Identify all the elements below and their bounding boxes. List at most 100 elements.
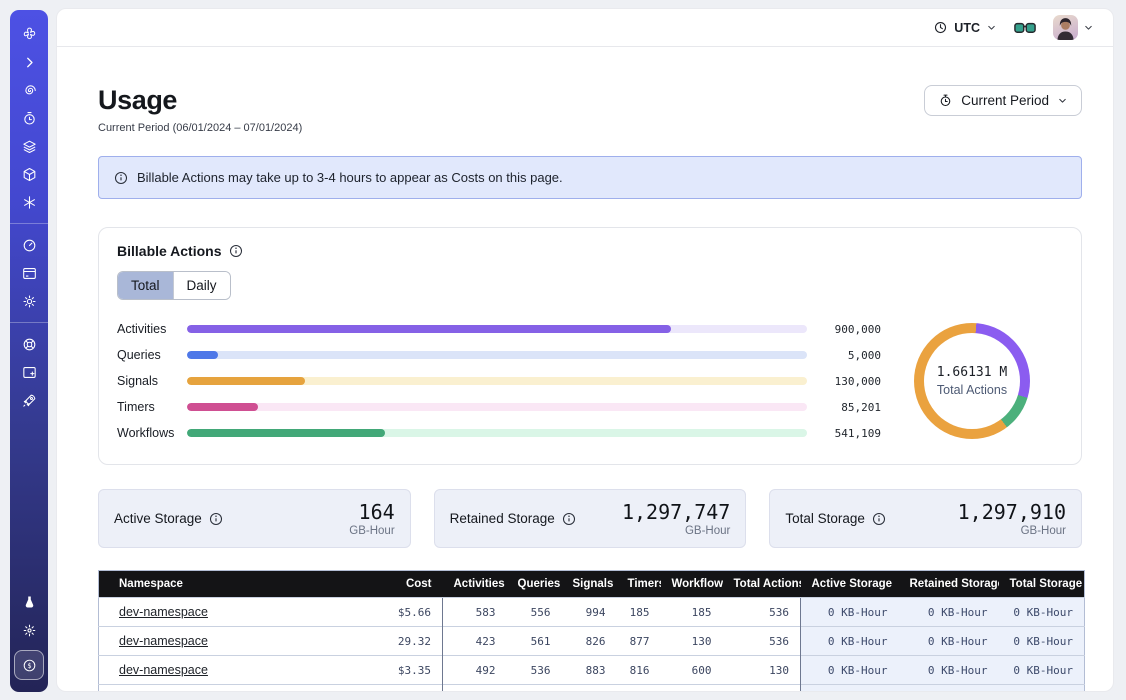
bar-track xyxy=(187,377,807,385)
bar-label: Workflows xyxy=(117,426,187,440)
timers-cell: 185 xyxy=(617,598,661,627)
bar-label: Signals xyxy=(117,374,187,388)
user-avatar xyxy=(1053,15,1078,40)
bar-row: Workflows 541,109 xyxy=(117,420,881,446)
bar-fill xyxy=(187,325,671,333)
spiral-icon[interactable] xyxy=(10,76,48,104)
retained-storage-cell: 0 KB-Hour xyxy=(899,656,999,685)
bar-value: 541,109 xyxy=(807,427,881,440)
column-header: Active Storage xyxy=(801,571,899,598)
column-header: Cost xyxy=(339,571,443,598)
info-icon[interactable] xyxy=(229,244,243,258)
info-icon[interactable] xyxy=(209,512,223,526)
topbar: UTC xyxy=(57,9,1113,47)
column-header: Timers xyxy=(617,571,661,598)
storage-card-label: Total Storage xyxy=(785,511,886,526)
table-row-partial xyxy=(99,685,1085,693)
signals-cell: 826 xyxy=(562,627,617,656)
active-storage-cell: 0 KB-Hour xyxy=(801,598,899,627)
info-icon xyxy=(114,171,128,185)
info-banner-text: Billable Actions may take up to 3-4 hour… xyxy=(137,170,563,185)
bar-label: Queries xyxy=(117,348,187,362)
namespace-link[interactable]: dev-namespace xyxy=(119,634,208,648)
bar-value: 130,000 xyxy=(807,375,881,388)
active-storage-card: Active Storage 164 GB-Hour xyxy=(98,489,411,548)
signals-cell: 883 xyxy=(562,656,617,685)
bar-track xyxy=(187,403,807,411)
storage-card-unit: GB-Hour xyxy=(622,525,730,537)
tab-total[interactable]: Total xyxy=(118,272,173,299)
namespace-link[interactable]: dev-namespace xyxy=(119,663,208,677)
activities-cell: 492 xyxy=(443,656,507,685)
cube-icon[interactable] xyxy=(10,160,48,188)
main-panel: UTC Usage Current Period (06/01/2024 – 0… xyxy=(56,8,1114,692)
storage-card-unit: GB-Hour xyxy=(349,525,394,537)
bar-fill xyxy=(187,377,305,385)
lifebuoy-icon[interactable] xyxy=(10,330,48,358)
tab-daily[interactable]: Daily xyxy=(173,272,230,299)
total-actions-value: 1.66131 M xyxy=(937,365,1007,380)
active-storage-cell: 0 KB-Hour xyxy=(801,656,899,685)
goggles-icon[interactable] xyxy=(1014,22,1036,34)
timezone-selector[interactable]: UTC xyxy=(933,20,997,35)
column-header: Activities xyxy=(443,571,507,598)
table-row: dev-namespace $3.35 492 536 883 816 600 … xyxy=(99,656,1085,685)
rocket-icon[interactable] xyxy=(10,386,48,414)
window-plus-icon[interactable] xyxy=(10,358,48,386)
sparkle-icon[interactable] xyxy=(10,616,48,644)
bar-fill xyxy=(187,403,258,411)
bar-track xyxy=(187,325,807,333)
svg-text:$: $ xyxy=(27,661,31,669)
gear-icon[interactable] xyxy=(10,287,48,315)
chevron-down-icon xyxy=(986,22,997,33)
total-storage-cell: 0 KB-Hour xyxy=(999,656,1085,685)
chevron-down-icon xyxy=(1057,95,1068,106)
total-actions-cell: 536 xyxy=(723,598,801,627)
timers-cell: 816 xyxy=(617,656,661,685)
info-icon[interactable] xyxy=(872,512,886,526)
column-header: Retained Storage xyxy=(899,571,999,598)
column-header: Workflows xyxy=(661,571,723,598)
signals-cell: 994 xyxy=(562,598,617,627)
namespace-link[interactable]: dev-namespace xyxy=(119,605,208,619)
stopwatch-icon xyxy=(938,93,953,108)
dollar-coin-icon[interactable]: $ xyxy=(14,650,44,680)
layers-icon[interactable] xyxy=(10,132,48,160)
timers-cell: 877 xyxy=(617,627,661,656)
gauge-icon[interactable] xyxy=(10,231,48,259)
bar-track xyxy=(187,351,807,359)
active-storage-cell: 0 KB-Hour xyxy=(801,627,899,656)
temporal-logo[interactable] xyxy=(10,20,48,48)
info-icon[interactable] xyxy=(562,512,576,526)
namespace-usage-table: Namespace Cost Activities Queries Signal… xyxy=(98,570,1085,692)
total-storage-card: Total Storage 1,297,910 GB-Hour xyxy=(769,489,1082,548)
queries-cell: 556 xyxy=(507,598,562,627)
donut-chart: 1.66131 M Total Actions xyxy=(881,323,1063,439)
bar-label: Timers xyxy=(117,400,187,414)
billable-actions-title: Billable Actions xyxy=(117,243,1063,259)
workflows-cell: 185 xyxy=(661,598,723,627)
user-menu[interactable] xyxy=(1053,15,1094,40)
total-storage-cell: 0 KB-Hour xyxy=(999,598,1085,627)
page-title: Usage xyxy=(98,85,302,116)
bar-row: Signals 130,000 xyxy=(117,368,881,394)
period-selector-button[interactable]: Current Period xyxy=(924,85,1082,116)
bar-value: 5,000 xyxy=(807,349,881,362)
table-header-row: Namespace Cost Activities Queries Signal… xyxy=(99,571,1085,598)
chevron-right-icon[interactable] xyxy=(10,48,48,76)
total-storage-cell: 0 KB-Hour xyxy=(999,627,1085,656)
storage-card-label: Retained Storage xyxy=(450,511,576,526)
page-body: Usage Current Period (06/01/2024 – 07/01… xyxy=(57,47,1113,692)
storage-card-label: Active Storage xyxy=(114,511,223,526)
workflows-cell: 600 xyxy=(661,656,723,685)
retained-storage-cell: 0 KB-Hour xyxy=(899,598,999,627)
total-actions-cell: 130 xyxy=(723,656,801,685)
flask-icon[interactable] xyxy=(10,588,48,616)
activities-cell: 423 xyxy=(443,627,507,656)
browser-window-icon[interactable] xyxy=(10,259,48,287)
bar-row: Timers 85,201 xyxy=(117,394,881,420)
stopwatch-icon[interactable] xyxy=(10,104,48,132)
storage-card-value: 164 xyxy=(349,500,394,524)
storage-card-value: 1,297,747 xyxy=(622,500,730,524)
asterisk-icon[interactable] xyxy=(10,188,48,216)
